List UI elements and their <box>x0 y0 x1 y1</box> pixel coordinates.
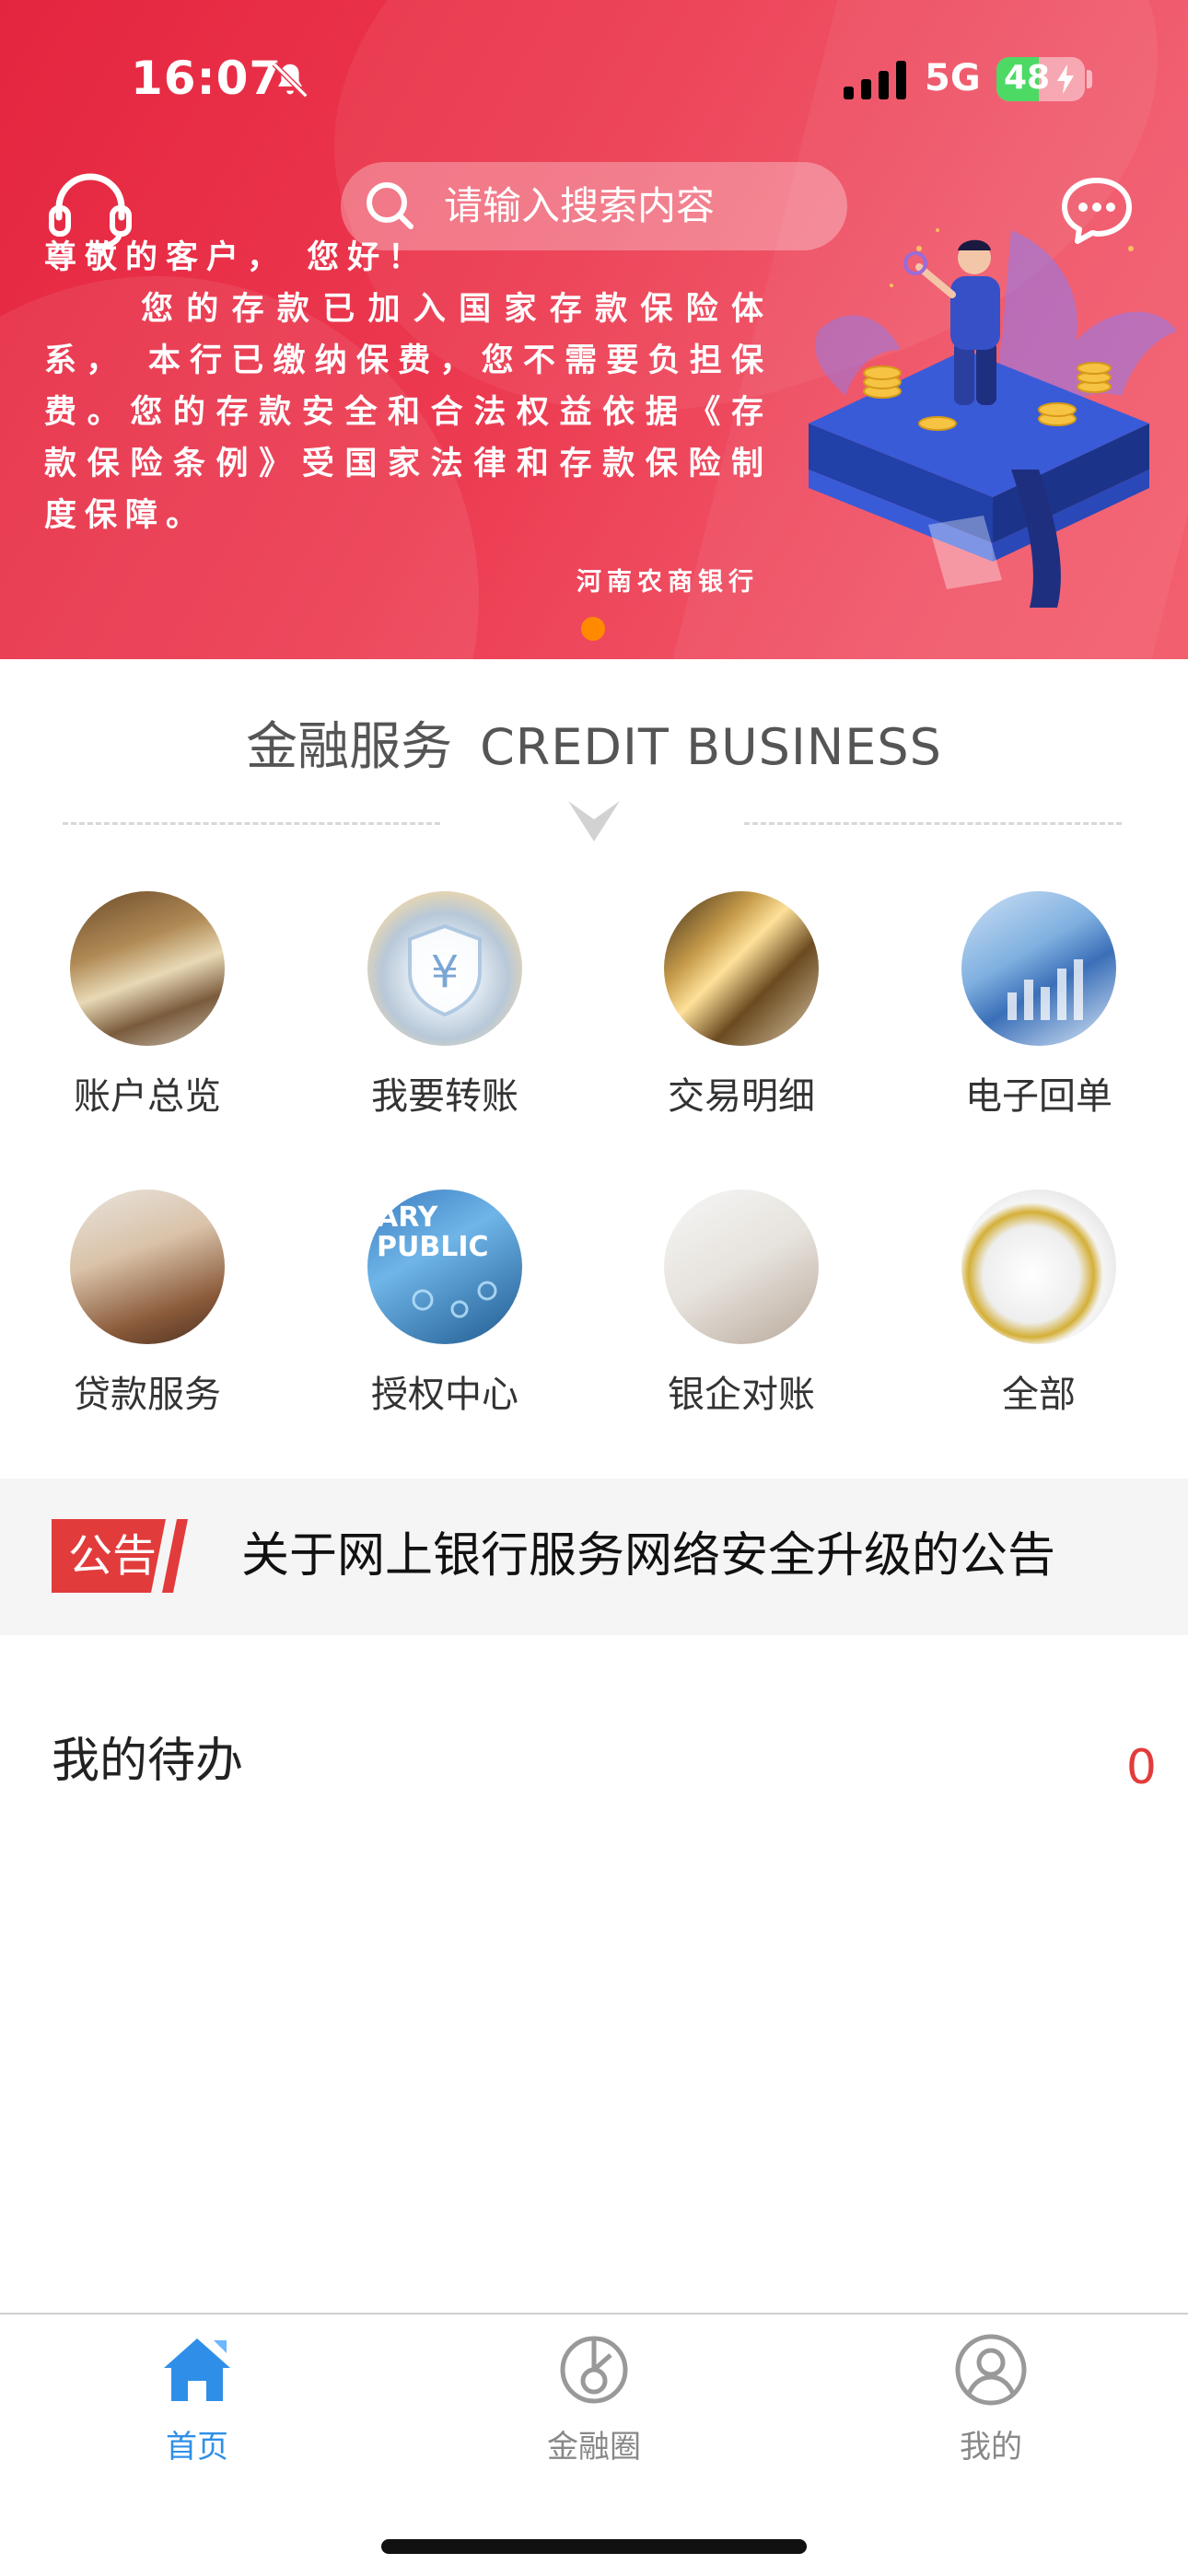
todo-title[interactable]: 我的待办 <box>52 1722 243 1791</box>
bottom-tab-bar: 首页 金融圈 我的 <box>0 2313 1188 2576</box>
service-label: 贷款服务 <box>74 1374 221 1416</box>
service-label: 交易明细 <box>668 1075 815 1118</box>
service-label: 账户总览 <box>74 1075 221 1118</box>
divider <box>744 822 1122 825</box>
service-label: 授权中心 <box>371 1374 518 1416</box>
service-label: 我要转账 <box>371 1075 518 1118</box>
status-bar: 16:07 5G 48 <box>0 0 1188 157</box>
transfer-icon: ¥ <box>367 891 522 1046</box>
signal-icon <box>844 61 906 99</box>
transaction-details-icon <box>664 891 819 1046</box>
service-label: 全部 <box>1002 1374 1076 1416</box>
notice-body: 您的存款已加入国家存款保险体系， 本行已缴纳保费，您不需要负担保费。您的存款安全… <box>44 290 772 534</box>
notice-signature: 河南农商银行 <box>577 568 759 597</box>
announcement-text[interactable]: 关于网上银行服务网络安全升级的公告 <box>241 1523 1055 1589</box>
service-bank-enterprise-reconciliation[interactable]: 银企对账 <box>640 1189 843 1418</box>
battery-indicator: 48 <box>996 57 1085 101</box>
tab-home[interactable]: 首页 <box>105 2331 289 2466</box>
authorization-center-icon: ARY PUBLIC <box>367 1189 522 1344</box>
loan-icon <box>70 1189 225 1344</box>
profile-icon <box>955 2334 1027 2406</box>
tab-mine[interactable]: 我的 <box>899 2331 1083 2466</box>
tab-label: 首页 <box>166 2429 228 2466</box>
finance-circle-icon <box>560 2336 628 2404</box>
service-loan[interactable]: 贷款服务 <box>46 1189 249 1418</box>
service-all[interactable]: 全部 <box>938 1189 1140 1418</box>
service-transfer[interactable]: ¥ 我要转账 <box>344 891 546 1120</box>
svg-text:ARY: ARY <box>377 1201 439 1234</box>
section-title-cn: 金融服务 <box>246 717 453 777</box>
chevron-down-icon <box>568 801 620 841</box>
home-icon <box>164 2338 230 2401</box>
notice-greeting: 尊敬的客户， 您好！ <box>44 238 429 276</box>
status-time: 16:07 <box>131 52 283 105</box>
service-e-receipt[interactable]: 电子回单 <box>938 891 1140 1120</box>
announcement-tag: 公告 <box>68 1530 157 1582</box>
search-placeholder: 请输入搜索内容 <box>444 183 716 228</box>
section-title-en: CREDIT BUSINESS <box>480 718 942 776</box>
charging-bolt-icon <box>1057 64 1074 94</box>
service-label: 银企对账 <box>668 1374 815 1416</box>
e-receipt-icon <box>961 891 1116 1046</box>
tab-finance-circle[interactable]: 金融圈 <box>502 2331 686 2466</box>
service-label: 电子回单 <box>965 1075 1112 1118</box>
reconciliation-icon <box>664 1189 819 1344</box>
section-title: 金融服务 CREDIT BUSINESS <box>0 705 1188 780</box>
deposit-insurance-notice: 尊敬的客户， 您好！ 您的存款已加入国家存款保险体系， 本行已缴纳保费，您不需要… <box>44 232 772 541</box>
svg-text:PUBLIC: PUBLIC <box>377 1231 489 1263</box>
banner-illustration <box>809 228 1177 608</box>
service-transaction-details[interactable]: 交易明细 <box>640 891 843 1120</box>
announcement-bar[interactable]: 公告 关于网上银行服务网络安全升级的公告 <box>0 1479 1188 1635</box>
battery-percent: 48 <box>1004 59 1051 97</box>
promo-banner[interactable]: 16:07 5G 48 请输入搜索内容 尊敬的客户， 您好！ 您的存款已加入国家… <box>0 0 1188 659</box>
account-overview-icon <box>70 891 225 1046</box>
carousel-indicator[interactable] <box>581 617 605 641</box>
service-authorization-center[interactable]: ARY PUBLIC 授权中心 <box>344 1189 546 1418</box>
tab-label: 金融圈 <box>547 2429 641 2466</box>
svg-text:¥: ¥ <box>431 946 460 998</box>
search-icon <box>367 182 413 229</box>
all-services-icon <box>961 1189 1116 1344</box>
divider <box>63 822 440 825</box>
tab-label: 我的 <box>960 2429 1022 2466</box>
network-type: 5G <box>925 57 981 99</box>
battery-cap <box>1087 70 1092 88</box>
bell-off-icon <box>272 62 309 99</box>
service-account-overview[interactable]: 账户总览 <box>46 891 249 1120</box>
todo-count[interactable]: 0 <box>1101 1740 1157 1795</box>
home-indicator <box>381 2539 807 2554</box>
